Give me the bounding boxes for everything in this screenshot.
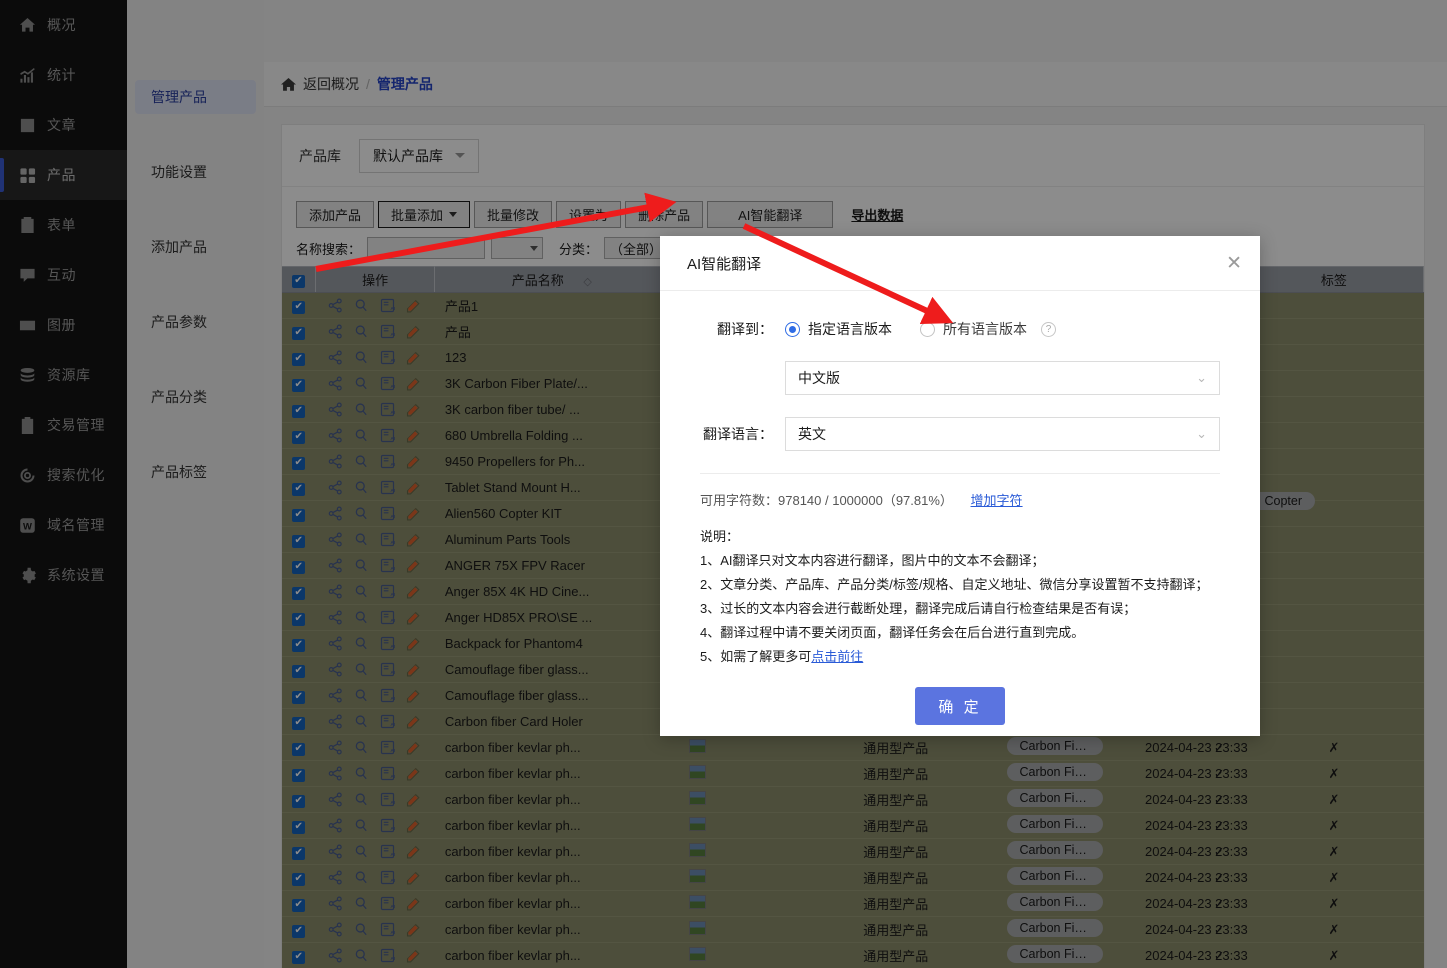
radio-specific-language[interactable]: 指定语言版本 [785,319,892,339]
language-value: 英文 [798,426,826,442]
translate-to-row: 翻译到： 指定语言版本 所有语言版本 ? [700,319,1220,339]
chevron-down-icon: ⌄ [1196,370,1207,385]
note-5-link[interactable]: 点击前往 [811,649,863,664]
note-2: 2、文章分类、产品库、产品分类/标签/规格、自定义地址、微信分享设置暂不支持翻译… [700,577,1209,593]
notes-block: 说明： 1、AI翻译只对文本内容进行翻译，图片中的文本不会翻译； 2、文章分类、产… [700,525,1220,669]
radio-specific-label: 指定语言版本 [808,321,892,337]
language-row: 翻译语言： 英文 ⌄ [700,417,1220,451]
language-label: 翻译语言： [703,426,773,442]
radio-dot-icon [920,321,935,337]
translate-scope-radiogroup: 指定语言版本 所有语言版本 ? [785,319,1056,339]
language-select[interactable]: 英文 ⌄ [785,417,1220,451]
dialog-footer: 确 定 [700,687,1220,726]
radio-dot-icon [785,321,800,337]
app-root: 概况 统计 文章 产品 表单 互动 图册 资源库 交易管理 搜索优化 W 域名管理 系统设置 管理产品功… [0,0,1447,968]
dialog-header: AI智能翻译 ✕ [660,236,1260,291]
question-icon[interactable]: ? [1041,321,1056,337]
dialog-title: AI智能翻译 [687,255,762,273]
version-select[interactable]: 中文版 ⌄ [785,361,1220,395]
translate-to-label: 翻译到： [717,321,773,337]
confirm-button[interactable]: 确 定 [915,687,1005,726]
note-5-prefix: 5、如需了解更多可 [700,649,812,665]
notes-title: 说明： [700,529,740,544]
notes-list: 1、AI翻译只对文本内容进行翻译，图片中的文本不会翻译； 2、文章分类、产品库、产… [700,549,1220,645]
note-5: 5、如需了解更多可点击前往 [700,645,1220,669]
radio-all-languages[interactable]: 所有语言版本 [920,319,1027,339]
note-1: 1、AI翻译只对文本内容进行翻译，图片中的文本不会翻译； [700,553,1045,569]
add-characters-link[interactable]: 增加字符 [971,493,1023,508]
close-icon[interactable]: ✕ [1226,254,1242,273]
note-4: 4、翻译过程中请不要关闭页面，翻译任务会在后台进行直到完成。 [700,625,1085,641]
ai-translate-dialog: AI智能翻译 ✕ 翻译到： 指定语言版本 所有语言版本 ? 中文版 ⌄ 翻译语言… [660,236,1260,736]
chevron-down-icon: ⌄ [1196,426,1207,441]
dialog-body: 翻译到： 指定语言版本 所有语言版本 ? 中文版 ⌄ 翻译语言： 英文 ⌄ 可用… [660,291,1260,726]
quota-row: 可用字符数：978140 / 1000000（97.81%） 增加字符 [700,474,1220,509]
radio-all-label: 所有语言版本 [943,321,1027,337]
version-row: 中文版 ⌄ [700,361,1220,395]
note-3: 3、过长的文本内容会进行截断处理，翻译完成后请自行检查结果是否有误； [700,601,1137,617]
quota-text: 可用字符数：978140 / 1000000（97.81%） [700,493,953,508]
version-value: 中文版 [798,370,840,386]
